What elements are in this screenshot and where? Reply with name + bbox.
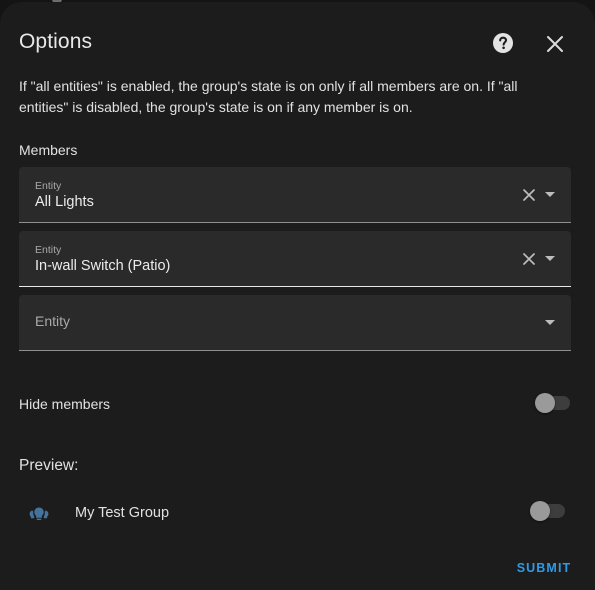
preview-entity-toggle[interactable] [530, 501, 566, 521]
help-circle-icon[interactable] [492, 32, 514, 54]
clear-icon[interactable] [522, 252, 536, 266]
field-value: In-wall Switch (Patio) [35, 258, 171, 274]
toggle-thumb [530, 501, 550, 521]
toggle-thumb [535, 393, 555, 413]
submit-button[interactable]: SUBMIT [512, 554, 576, 582]
chevron-down-icon[interactable] [545, 256, 555, 262]
preview-entity-name: My Test Group [75, 505, 170, 521]
field-label: Entity [35, 244, 62, 256]
dialog-title: Options [19, 30, 93, 53]
field-placeholder: Entity [35, 313, 71, 329]
preview-label: Preview: [19, 457, 79, 474]
members-label: Members [19, 142, 78, 158]
options-dialog: Options If "all entities" is enabled, th… [0, 2, 595, 590]
chevron-down-icon[interactable] [545, 320, 555, 326]
hide-members-toggle[interactable] [535, 393, 571, 413]
lightbulb-group-icon [29, 507, 49, 520]
member-entity-field-new[interactable]: Entity [19, 295, 571, 351]
field-value: All Lights [35, 194, 94, 210]
member-entity-field-2[interactable]: Entity In-wall Switch (Patio) [19, 231, 571, 287]
dialog-description: If "all entities" is enabled, the group'… [19, 78, 518, 115]
close-icon[interactable] [545, 34, 565, 54]
clear-icon[interactable] [522, 188, 536, 202]
hide-members-label: Hide members [19, 396, 111, 412]
member-entity-field-1[interactable]: Entity All Lights [19, 167, 571, 223]
chevron-down-icon[interactable] [545, 192, 555, 198]
field-label: Entity [35, 180, 62, 192]
